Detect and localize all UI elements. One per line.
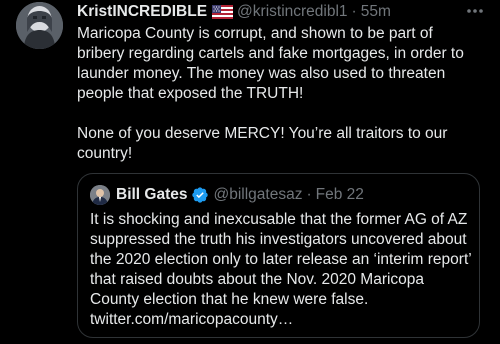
quoted-avatar xyxy=(90,185,110,205)
separator-dot: · xyxy=(351,3,357,20)
tweet-paragraph: Maricopa County is corrupt, and shown to… xyxy=(77,25,464,102)
quoted-link[interactable]: twitter.com/maricopacounty… xyxy=(90,310,475,330)
tweet-paragraph: None of you deserve MERCY! You’re all tr… xyxy=(77,125,448,162)
user-handle[interactable]: @kristincredibl1 xyxy=(237,3,348,21)
separator-dot: · xyxy=(306,186,312,203)
tweet-text: Maricopa County is corrupt, and shown to… xyxy=(77,24,482,164)
tweet-header: KristINCREDIBLE @kristincredibl1 · 55m xyxy=(77,2,391,22)
more-options-icon[interactable] xyxy=(464,1,486,21)
quoted-tweet-header: Bill Gates @billgatesaz · Feb 22 xyxy=(90,185,364,205)
quoted-date: Feb 22 xyxy=(315,186,364,203)
us-flag-icon xyxy=(212,5,234,19)
avatar-image xyxy=(16,2,63,49)
timestamp[interactable]: 55m xyxy=(361,3,391,21)
quoted-tweet[interactable]: Bill Gates @billgatesaz · Feb 22 It is s… xyxy=(77,173,480,338)
quoted-body: It is shocking and inexcusable that the … xyxy=(90,211,472,308)
tweet[interactable]: KristINCREDIBLE @kristincredibl1 · 55m M… xyxy=(0,0,500,344)
quoted-user-handle: @billgatesaz xyxy=(213,186,303,203)
quoted-display-name: Bill Gates xyxy=(116,186,188,203)
verified-badge-icon xyxy=(191,186,209,204)
avatar[interactable] xyxy=(16,2,63,49)
quoted-tweet-text: It is shocking and inexcusable that the … xyxy=(90,210,475,330)
display-name[interactable]: KristINCREDIBLE xyxy=(77,3,207,21)
